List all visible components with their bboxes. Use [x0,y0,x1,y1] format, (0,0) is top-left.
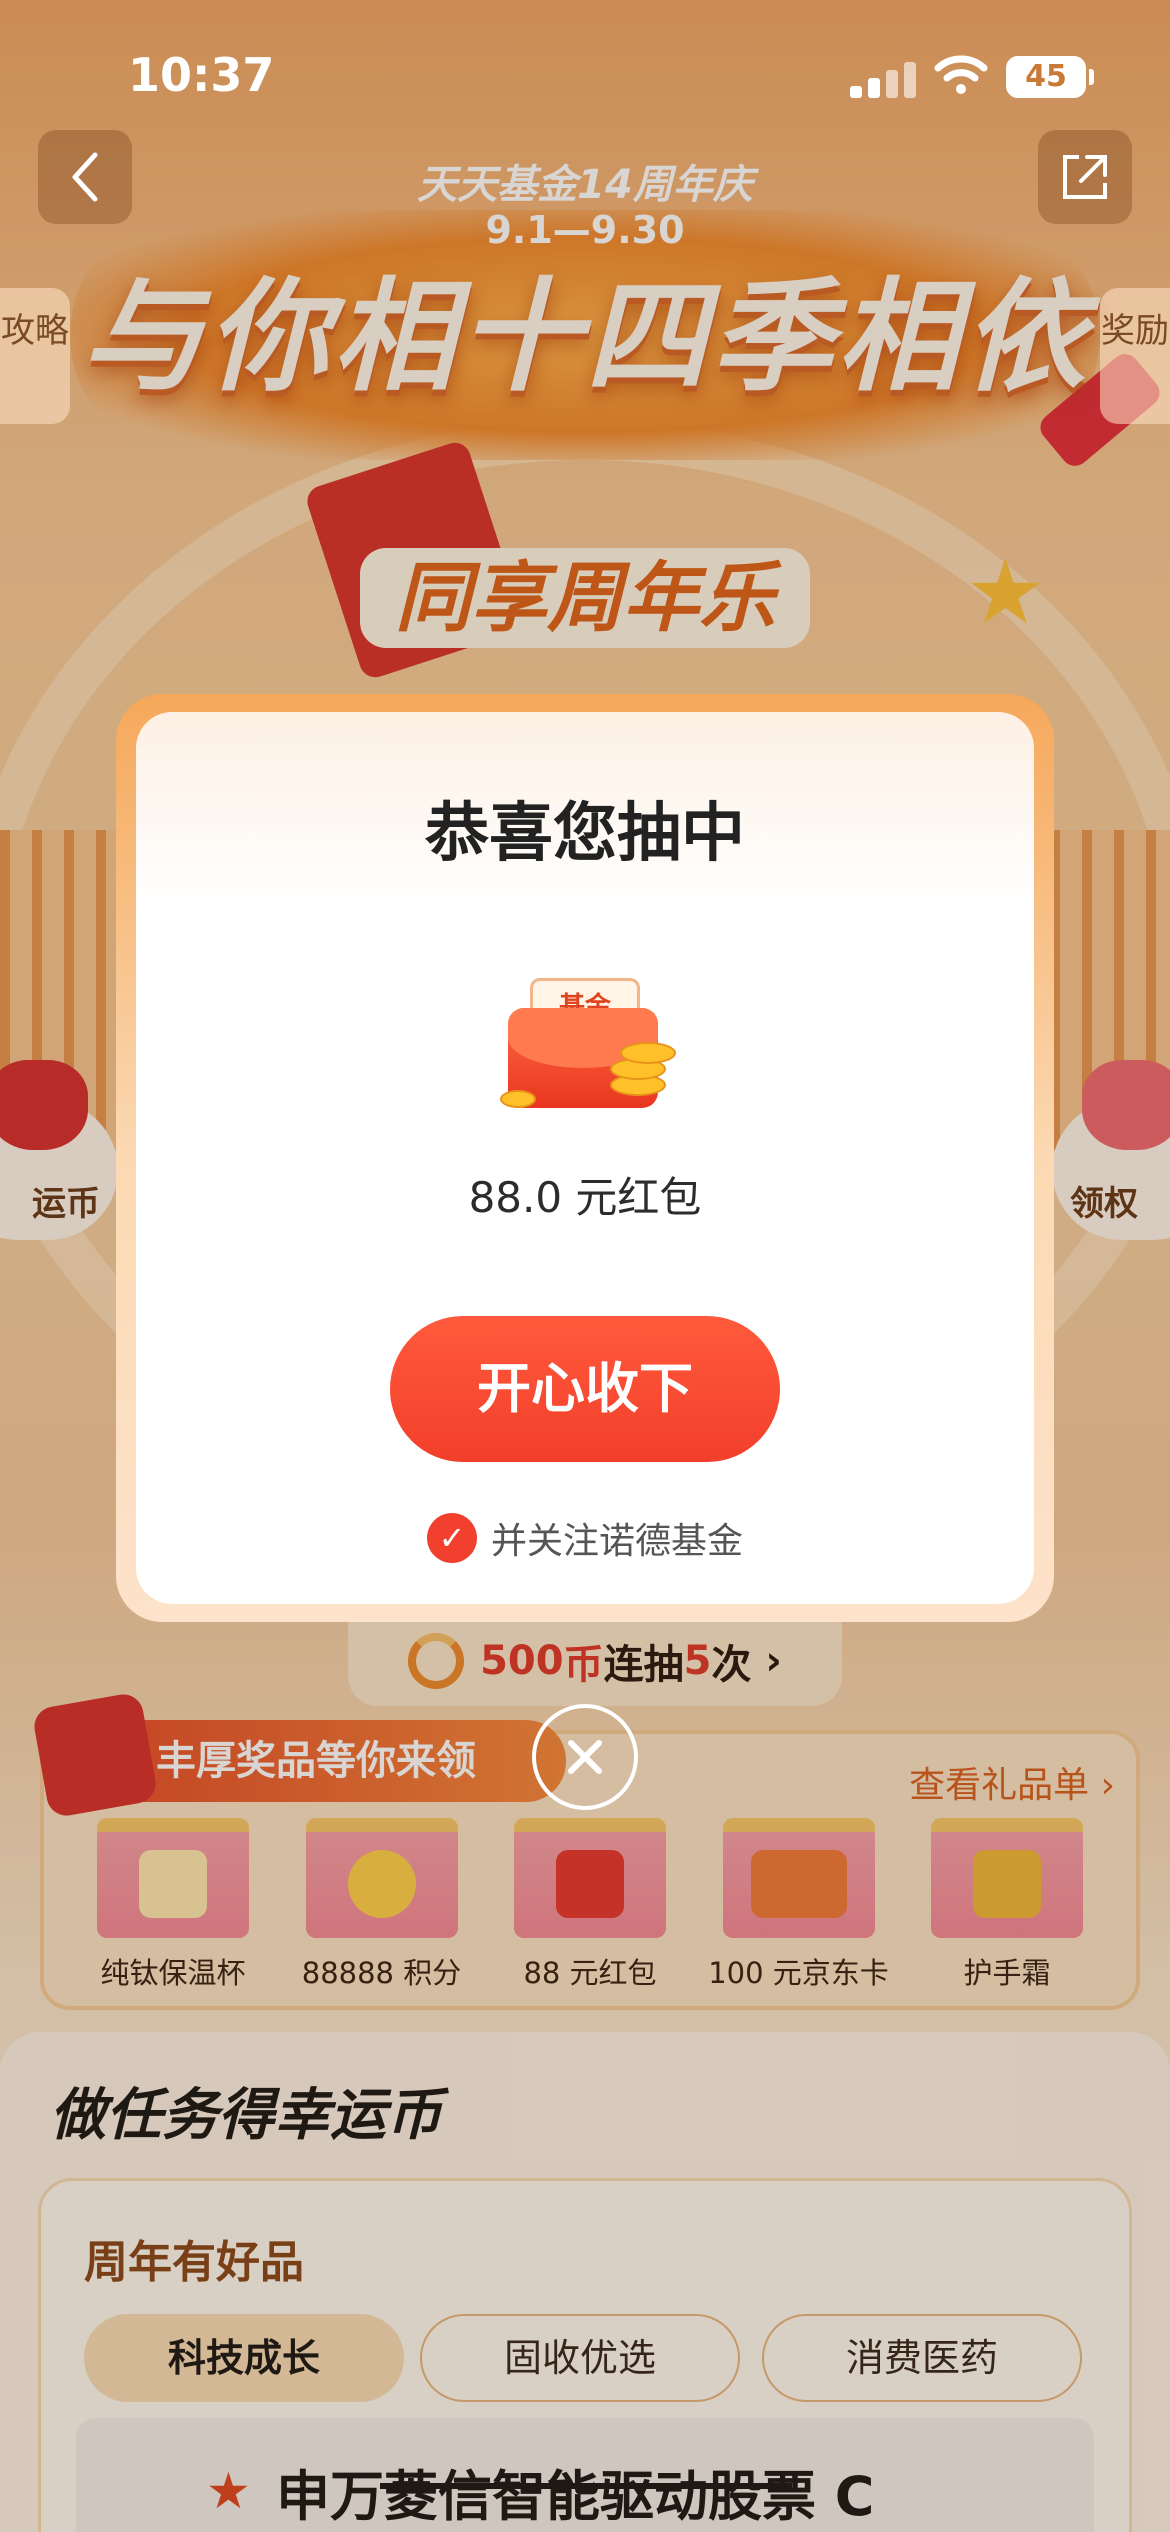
share-icon [1063,155,1107,199]
follow-option[interactable]: ✓ 并关注诺德基金 [136,1512,1034,1564]
battery-icon: 45 [1006,56,1094,98]
page-root: ★ 天天基金14周年庆 9.1—9.30 与你相十四季相依 同享周年乐 攻略 奖… [0,0,1170,2532]
wifi-icon [934,55,988,94]
prize-value: 88.0 元红包 [468,1173,702,1222]
coin-icon [620,1042,676,1064]
red-envelope-icon: 基金 [500,968,676,1118]
prize-modal: 恭喜您抽中 基金 88.0 元红包 开心收下 ✓ 并关注诺德基金 [136,712,1034,1604]
modal-title: 恭喜您抽中 [425,797,745,871]
rewards-tab[interactable]: 奖励 [1100,288,1170,424]
chevron-left-icon [72,152,98,202]
status-bar: 10:37 45 [0,0,1170,150]
battery-level: 45 [1025,59,1067,94]
follow-label: 并关注诺德基金 [490,1521,743,1562]
close-button[interactable] [532,1704,638,1810]
accept-button[interactable]: 开心收下 [390,1316,780,1462]
strategy-tab[interactable]: 攻略 [0,288,70,424]
coin-icon [500,1090,536,1108]
signal-icon [850,58,916,98]
close-icon [568,1740,602,1774]
checkbox-checked-icon[interactable]: ✓ [426,1513,477,1563]
status-time: 10:37 [128,48,275,102]
